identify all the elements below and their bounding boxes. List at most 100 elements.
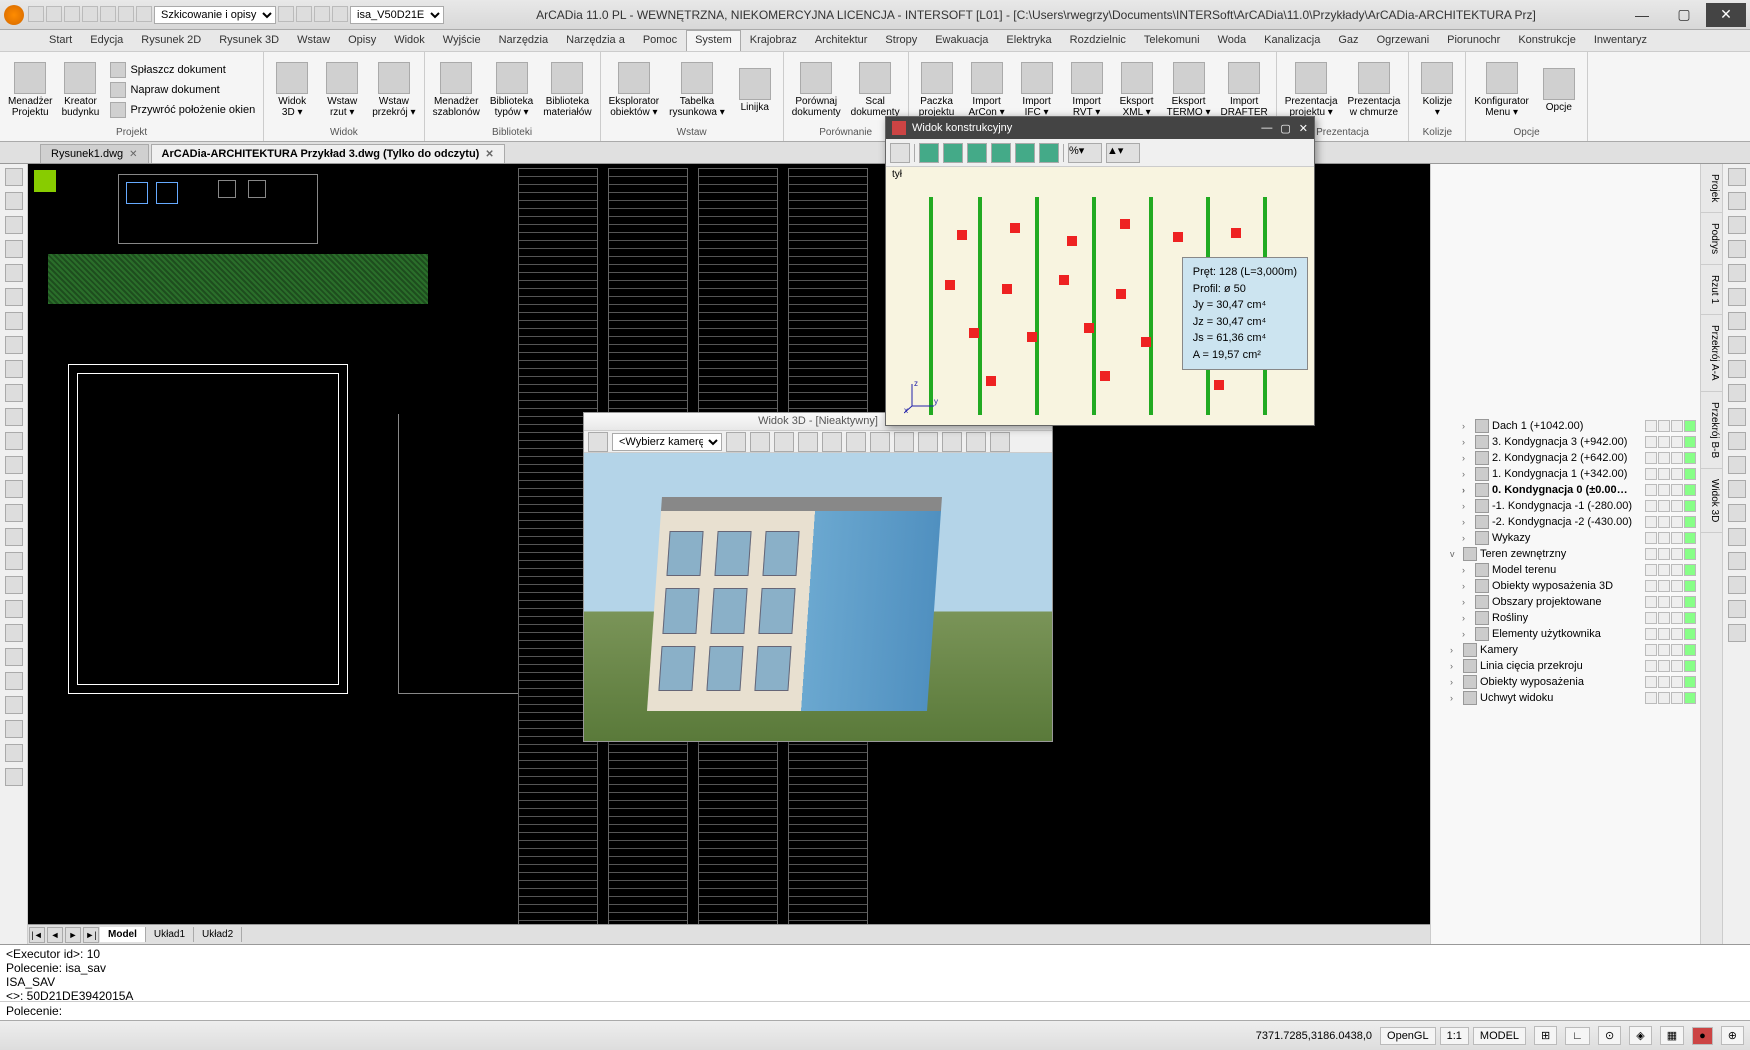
close-button[interactable]: ✕ — [1299, 122, 1308, 135]
tree-item[interactable]: ›Obiekty wyposażenia 3D — [1433, 578, 1698, 594]
panel-tab[interactable]: Rzut 1 — [1701, 265, 1722, 315]
draw-tool-button[interactable] — [5, 528, 23, 546]
bulb-icon[interactable] — [1645, 500, 1657, 512]
ribbon-tab[interactable]: Pomoc — [634, 30, 686, 51]
struct-tool-button[interactable] — [943, 143, 963, 163]
draw-tool-button[interactable] — [5, 624, 23, 642]
ribbon-tab[interactable]: Kanalizacja — [1255, 30, 1329, 51]
draw-tool-button[interactable] — [5, 504, 23, 522]
struct-tool-button[interactable] — [1039, 143, 1059, 163]
ribbon-tab[interactable]: Inwentaryz — [1585, 30, 1656, 51]
modify-tool-button[interactable] — [1728, 408, 1746, 426]
color-swatch[interactable] — [1684, 484, 1696, 496]
tree-item[interactable]: ›-1. Kondygnacja -1 (-280.00) — [1433, 498, 1698, 514]
struct-dropdown[interactable]: %▾ — [1068, 143, 1102, 163]
layout-nav-next[interactable]: ► — [65, 927, 81, 943]
ribbon-small-button[interactable]: Spłaszcz dokument — [106, 61, 259, 79]
qat-button[interactable] — [82, 6, 98, 22]
bulb-icon[interactable] — [1645, 596, 1657, 608]
draw-tool-button[interactable] — [5, 312, 23, 330]
ribbon-button[interactable]: ImportRVT ▾ — [1063, 60, 1111, 120]
qat-layer-combo[interactable]: Szkicowanie i opisy — [154, 6, 276, 24]
view3d-tool-button[interactable] — [966, 432, 986, 452]
print-icon[interactable] — [1671, 644, 1683, 656]
modify-tool-button[interactable] — [1728, 336, 1746, 354]
close-icon[interactable]: ✕ — [485, 149, 493, 160]
layout-nav-first[interactable]: |◄ — [29, 927, 45, 943]
ribbon-button[interactable]: Opcje — [1535, 66, 1583, 115]
lock-icon[interactable] — [1658, 628, 1670, 640]
ribbon-button[interactable]: ImportDRAFTER — [1217, 60, 1272, 120]
draw-tool-button[interactable] — [5, 432, 23, 450]
ribbon-tab[interactable]: Rysunek 2D — [132, 30, 210, 51]
struct-tool-button[interactable] — [991, 143, 1011, 163]
modify-tool-button[interactable] — [1728, 288, 1746, 306]
view3d-tool-button[interactable] — [918, 432, 938, 452]
struct-tool-button[interactable] — [1015, 143, 1035, 163]
print-icon[interactable] — [1671, 420, 1683, 432]
expand-icon[interactable]: › — [1462, 533, 1472, 543]
lock-icon[interactable] — [1658, 644, 1670, 656]
color-swatch[interactable] — [1684, 548, 1696, 560]
qat-command-combo[interactable]: isa_V50D21E — [350, 6, 444, 24]
lock-icon[interactable] — [1658, 596, 1670, 608]
ribbon-button[interactable]: Prezentacjaprojektu ▾ — [1281, 60, 1342, 120]
modify-tool-button[interactable] — [1728, 600, 1746, 618]
qat-button[interactable] — [296, 6, 312, 22]
qat-button[interactable] — [332, 6, 348, 22]
print-icon[interactable] — [1671, 532, 1683, 544]
draw-tool-button[interactable] — [5, 552, 23, 570]
bulb-icon[interactable] — [1645, 484, 1657, 496]
status-field[interactable]: 1:1 — [1440, 1027, 1469, 1045]
tree-item[interactable]: ›Obszary projektowane — [1433, 594, 1698, 610]
ribbon-button[interactable]: Paczkaprojektu — [913, 60, 961, 120]
bulb-icon[interactable] — [1645, 548, 1657, 560]
color-swatch[interactable] — [1684, 660, 1696, 672]
bulb-icon[interactable] — [1645, 692, 1657, 704]
draw-tool-button[interactable] — [5, 240, 23, 258]
modify-tool-button[interactable] — [1728, 552, 1746, 570]
ribbon-button[interactable]: Menadżerszablonów — [429, 60, 484, 120]
draw-tool-button[interactable] — [5, 696, 23, 714]
tree-item[interactable]: vTeren zewnętrzny — [1433, 546, 1698, 562]
lock-icon[interactable] — [1658, 420, 1670, 432]
draw-tool-button[interactable] — [5, 216, 23, 234]
bulb-icon[interactable] — [1645, 452, 1657, 464]
ribbon-tab[interactable]: Wyjście — [434, 30, 490, 51]
bulb-icon[interactable] — [1645, 420, 1657, 432]
ribbon-button[interactable]: EksportTERMO ▾ — [1163, 60, 1215, 120]
color-swatch[interactable] — [1684, 596, 1696, 608]
draw-tool-button[interactable] — [5, 768, 23, 786]
panel-tab[interactable]: Przekrój A-A — [1701, 315, 1722, 392]
ribbon-button[interactable]: Tabelkarysunkowa ▾ — [665, 60, 729, 120]
maximize-button[interactable]: ▢ — [1280, 122, 1290, 135]
layout-nav-last[interactable]: ►| — [83, 927, 99, 943]
draw-tool-button[interactable] — [5, 480, 23, 498]
expand-icon[interactable]: › — [1462, 469, 1472, 479]
panel-tab[interactable]: Widok 3D — [1701, 469, 1722, 533]
lock-icon[interactable] — [1658, 548, 1670, 560]
draw-tool-button[interactable] — [5, 720, 23, 738]
print-icon[interactable] — [1671, 692, 1683, 704]
modify-tool-button[interactable] — [1728, 240, 1746, 258]
print-icon[interactable] — [1671, 580, 1683, 592]
lock-icon[interactable] — [1658, 500, 1670, 512]
ribbon-tab[interactable]: Rysunek 3D — [210, 30, 288, 51]
tree-item[interactable]: ›Model terenu — [1433, 562, 1698, 578]
ribbon-button[interactable]: Kolizje▾ — [1413, 60, 1461, 120]
bulb-icon[interactable] — [1645, 580, 1657, 592]
close-icon[interactable]: ✕ — [129, 149, 137, 160]
qat-button[interactable] — [118, 6, 134, 22]
qat-button[interactable] — [46, 6, 62, 22]
ribbon-tab[interactable]: Gaz — [1329, 30, 1367, 51]
tree-item[interactable]: ›Dach 1 (+1042.00) — [1433, 418, 1698, 434]
ribbon-tab[interactable]: Narzędzia a — [557, 30, 634, 51]
ribbon-button[interactable]: ImportArCon ▾ — [963, 60, 1011, 120]
expand-icon[interactable]: › — [1450, 661, 1460, 671]
ribbon-button[interactable]: Bibliotekamateriałów — [539, 60, 595, 120]
draw-tool-button[interactable] — [5, 264, 23, 282]
expand-icon[interactable]: › — [1462, 485, 1472, 495]
bulb-icon[interactable] — [1645, 516, 1657, 528]
print-icon[interactable] — [1671, 596, 1683, 608]
expand-icon[interactable]: › — [1462, 437, 1472, 447]
